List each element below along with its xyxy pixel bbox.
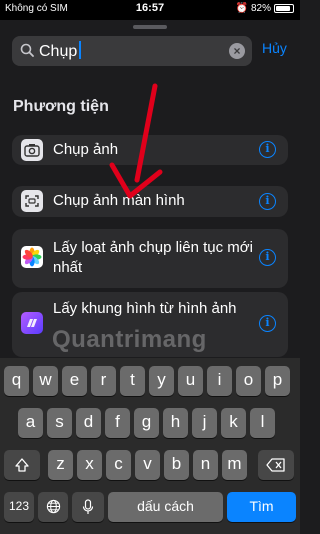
key-v[interactable]: v (135, 450, 160, 480)
status-right: ⏰ 82% (236, 3, 294, 14)
annotation-arrow (109, 83, 163, 199)
key-k[interactable]: k (221, 408, 246, 438)
globe-icon (46, 499, 60, 514)
key-w[interactable]: w (33, 366, 58, 396)
space-key[interactable]: dấu cách (108, 492, 223, 522)
key-o[interactable]: o (236, 366, 261, 396)
key-x[interactable]: x (77, 450, 102, 480)
key-j[interactable]: j (192, 408, 217, 438)
key-h[interactable]: h (163, 408, 188, 438)
key-z[interactable]: z (48, 450, 73, 480)
key-u[interactable]: u (178, 366, 203, 396)
alarm-icon: ⏰ (235, 3, 248, 14)
key-b[interactable]: b (164, 450, 189, 480)
key-q[interactable]: q (4, 366, 29, 396)
key-s[interactable]: s (47, 408, 72, 438)
watermark: Quantrimang (52, 326, 207, 353)
key-e[interactable]: e (62, 366, 87, 396)
key-t[interactable]: t (120, 366, 145, 396)
delete-key[interactable] (258, 450, 294, 480)
battery-icon (274, 4, 294, 13)
key-p[interactable]: p (265, 366, 290, 396)
key-f[interactable]: f (105, 408, 130, 438)
keyboard: q w e r t y u i o p a s d f g h j k l z … (0, 358, 300, 534)
dictation-key[interactable] (72, 492, 104, 522)
key-y[interactable]: y (149, 366, 174, 396)
key-r[interactable]: r (91, 366, 116, 396)
microphone-icon (82, 499, 94, 514)
shift-icon (15, 458, 29, 472)
key-n[interactable]: n (193, 450, 218, 480)
shift-key[interactable] (4, 450, 40, 480)
key-m[interactable]: m (222, 450, 247, 480)
globe-key[interactable] (38, 492, 68, 522)
key-g[interactable]: g (134, 408, 159, 438)
key-l[interactable]: l (250, 408, 275, 438)
status-bar: Không có SIM 16:57 ⏰ 82% (0, 0, 300, 20)
key-i[interactable]: i (207, 366, 232, 396)
key-c[interactable]: c (106, 450, 131, 480)
actions-sheet: Chụp × Hủy Phương tiện Chụp ảnh i Chụp ả… (0, 20, 300, 365)
key-d[interactable]: d (76, 408, 101, 438)
key-a[interactable]: a (18, 408, 43, 438)
search-key[interactable]: Tìm (227, 492, 296, 522)
numbers-key[interactable]: 123 (4, 492, 34, 522)
battery-percent: 82% (250, 3, 271, 14)
backspace-icon (266, 458, 285, 472)
